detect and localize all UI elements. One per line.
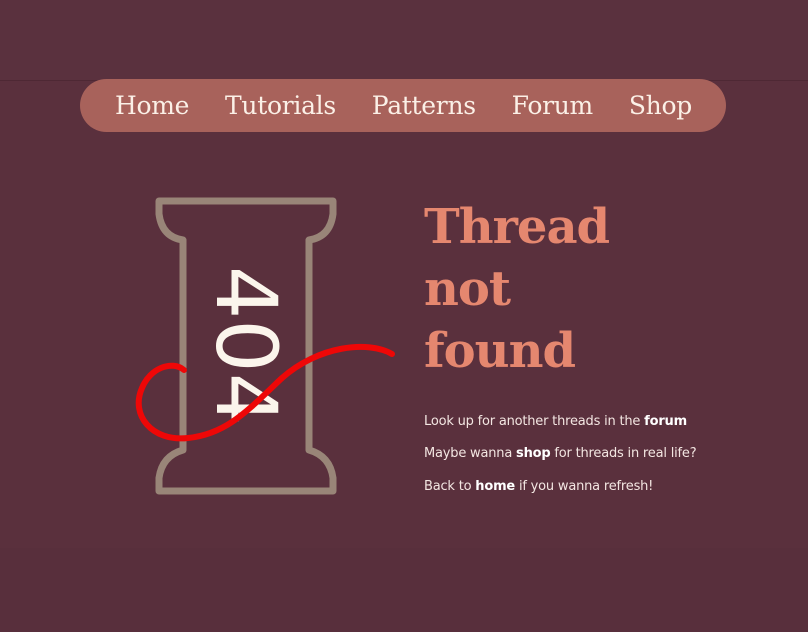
main-nav: Home Tutorials Patterns Forum Shop [80,79,726,132]
shop-message: Maybe wanna shop for threads in real lif… [424,446,697,461]
forum-message-text: Look up for another threads in the [424,414,645,429]
shop-message-text: Maybe wanna [424,446,517,461]
title-line-2: not [424,261,511,317]
spool-illustration: 404 [134,190,404,500]
nav-patterns-link[interactable]: Patterns [372,91,476,120]
home-message: Back to home if you wanna refresh! [424,479,653,494]
spool-svg: 404 [135,197,395,495]
bottom-band [0,548,808,632]
top-band [0,0,808,81]
title-line-1: Thread [424,199,610,255]
error-code: 404 [197,266,295,426]
nav-shop-link[interactable]: Shop [629,91,692,120]
home-message-tail: if you wanna refresh! [515,479,654,494]
nav-home-link[interactable]: Home [115,91,189,120]
shop-link[interactable]: shop [516,446,551,461]
nav-forum-link[interactable]: Forum [512,91,594,120]
title-line-3: found [424,323,576,379]
nav-tutorials-link[interactable]: Tutorials [225,91,336,120]
shop-message-tail: for threads in real life? [550,446,697,461]
forum-link[interactable]: forum [644,414,687,429]
forum-message: Look up for another threads in the forum [424,414,687,429]
page-title: Thread not found [424,196,744,382]
home-link[interactable]: home [475,479,515,494]
home-message-text: Back to [424,479,476,494]
